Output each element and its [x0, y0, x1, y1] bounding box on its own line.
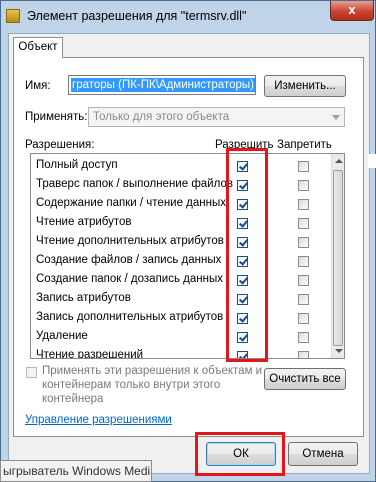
- permission-label: Полный доступ: [36, 159, 118, 171]
- list-scrollbar[interactable]: [331, 154, 344, 358]
- title-bar[interactable]: Элемент разрешения для "termsrv.dll" x: [1, 1, 376, 31]
- allow-checkbox[interactable]: [237, 313, 248, 324]
- permission-row: Чтение дополнительных атрибутов: [31, 233, 331, 252]
- background-window-edge: [368, 154, 376, 168]
- deny-checkbox[interactable]: [298, 332, 309, 343]
- scroll-down-icon[interactable]: [335, 349, 343, 353]
- permission-row: Запись дополнительных атрибутов: [31, 309, 331, 328]
- manage-permissions-link[interactable]: Управление разрешениями: [25, 414, 172, 426]
- folder-icon: [6, 9, 20, 23]
- permission-label: Содержание папки / чтение данных: [36, 197, 227, 209]
- allow-checkbox[interactable]: [237, 332, 248, 343]
- apply-inherit-line: Применять эти разрешения к объектам и: [42, 365, 263, 377]
- deny-checkbox[interactable]: [298, 256, 309, 267]
- apply-to-select[interactable]: Только для этого объекта: [88, 107, 345, 127]
- permission-row: Создание файлов / запись данных: [31, 252, 331, 271]
- deny-checkbox[interactable]: [298, 218, 309, 229]
- deny-column-header: Запретить: [277, 139, 332, 151]
- allow-column-header: Разрешить: [215, 139, 274, 151]
- allow-checkbox[interactable]: [237, 180, 248, 191]
- apply-inherit-line: контейнерам только внутри этого: [42, 379, 221, 391]
- allow-checkbox[interactable]: [237, 218, 248, 229]
- permissions-list: Полный доступ Траверс папок / выполнение…: [30, 153, 345, 359]
- permission-label: Запись атрибутов: [36, 292, 131, 304]
- name-value: граторы (ПК-ПК\Администраторы): [71, 78, 255, 92]
- allow-checkbox[interactable]: [237, 256, 248, 267]
- deny-checkbox[interactable]: [298, 313, 309, 324]
- apply-to-label: Применять:: [25, 111, 88, 123]
- apply-inherit-checkbox[interactable]: [26, 367, 37, 378]
- window-title: Элемент разрешения для "termsrv.dll": [27, 9, 247, 23]
- name-label: Имя:: [25, 80, 51, 92]
- allow-checkbox[interactable]: [237, 199, 248, 210]
- clear-all-button[interactable]: Очистить все: [264, 368, 346, 390]
- permission-row: Удаление: [31, 328, 331, 347]
- permission-label: Чтение дополнительных атрибутов: [36, 235, 224, 247]
- ok-button[interactable]: ОК: [206, 442, 276, 466]
- permission-label: Удаление: [36, 330, 88, 342]
- allow-checkbox[interactable]: [237, 161, 248, 172]
- permission-row: Создание папок / дозапись данных: [31, 271, 331, 290]
- deny-checkbox[interactable]: [298, 180, 309, 191]
- name-field[interactable]: граторы (ПК-ПК\Администраторы): [68, 75, 256, 95]
- apply-inherit-label: Применять эти разрешения к объектам и ко…: [42, 364, 262, 406]
- deny-checkbox[interactable]: [298, 294, 309, 305]
- permission-row: Полный доступ: [31, 157, 331, 176]
- permission-row: Чтение атрибутов: [31, 214, 331, 233]
- deny-checkbox[interactable]: [298, 199, 309, 210]
- permission-row: Траверс папок / выполнение файлов: [31, 176, 331, 195]
- deny-checkbox[interactable]: [298, 275, 309, 286]
- cancel-button[interactable]: Отмена: [288, 442, 358, 466]
- permission-label: Траверс папок / выполнение файлов: [36, 178, 233, 190]
- apply-inherit-line: контейнера: [42, 393, 104, 405]
- taskbar-tooltip: ыгрыватель Windows Media: [0, 460, 152, 482]
- permission-label: Чтение атрибутов: [36, 216, 132, 228]
- close-button[interactable]: x: [330, 1, 374, 21]
- chevron-down-icon: [332, 115, 340, 120]
- permission-row: Содержание папки / чтение данных: [31, 195, 331, 214]
- permission-label: Чтение разрешений: [36, 349, 144, 359]
- permission-row: Запись атрибутов: [31, 290, 331, 309]
- deny-checkbox[interactable]: [298, 351, 309, 358]
- change-button[interactable]: Изменить...: [264, 75, 346, 97]
- allow-checkbox[interactable]: [237, 351, 248, 358]
- allow-checkbox[interactable]: [237, 237, 248, 248]
- allow-checkbox[interactable]: [237, 294, 248, 305]
- permission-label: Запись дополнительных атрибутов: [36, 311, 224, 323]
- deny-checkbox[interactable]: [298, 237, 309, 248]
- permission-label: Создание папок / дозапись данных: [36, 273, 223, 285]
- apply-to-value: Только для этого объекта: [93, 111, 230, 123]
- tab-object[interactable]: Объект: [13, 37, 63, 58]
- scroll-up-icon[interactable]: [335, 159, 343, 163]
- allow-checkbox[interactable]: [237, 275, 248, 286]
- permission-row: Чтение разрешений: [31, 347, 331, 359]
- deny-checkbox[interactable]: [298, 161, 309, 172]
- permissions-header: Разрешения:: [25, 139, 95, 151]
- scroll-thumb[interactable]: [333, 170, 343, 346]
- permission-label: Создание файлов / запись данных: [36, 254, 222, 266]
